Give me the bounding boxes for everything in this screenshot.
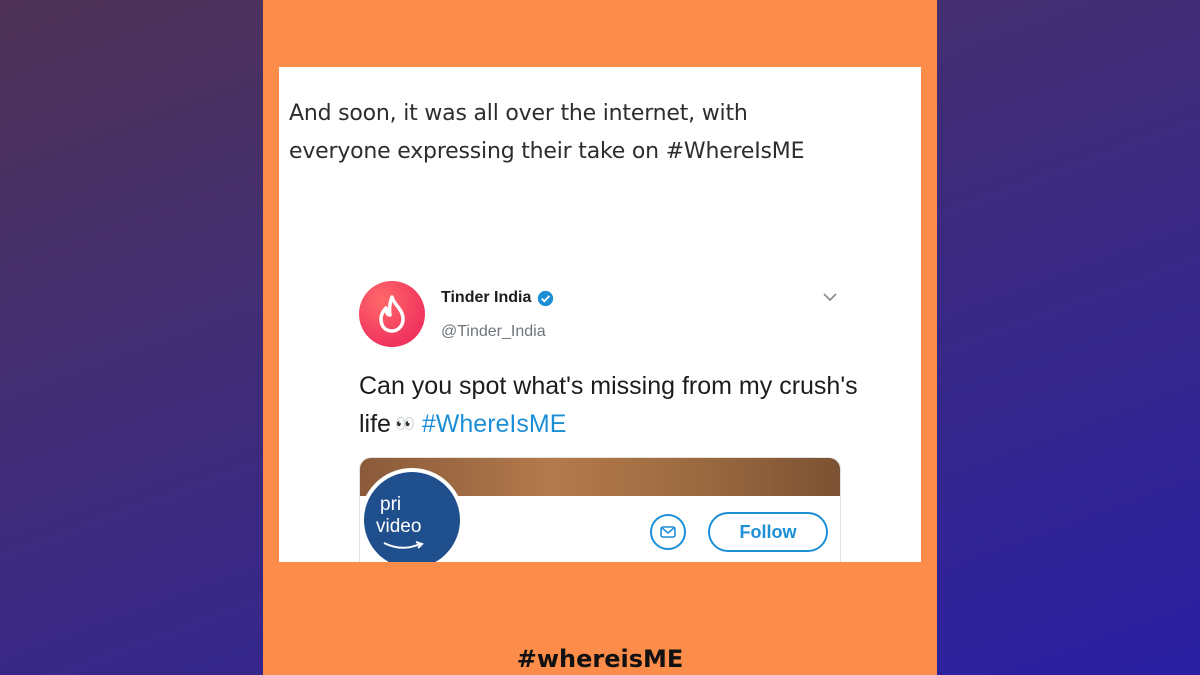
chevron-down-icon[interactable] <box>821 291 839 303</box>
embedded-profile-card[interactable]: pri video Follow <box>359 457 841 562</box>
verified-badge-icon <box>538 290 554 306</box>
account-handle[interactable]: @Tinder_India <box>441 323 546 341</box>
tweet-text: Can you spot what's missing from my crus… <box>359 367 879 444</box>
screenshot-card: And soon, it was all over the internet, … <box>279 67 921 562</box>
footer-hashtag: #whereisME <box>516 645 684 673</box>
eyes-emoji: 👀 <box>394 416 416 434</box>
account-name-row: Tinder India <box>441 289 554 307</box>
tinder-flame-icon <box>379 295 405 333</box>
tinder-avatar[interactable] <box>359 281 425 347</box>
intro-text: And soon, it was all over the internet, … <box>289 101 805 164</box>
account-name[interactable]: Tinder India <box>441 289 531 307</box>
logo-text-line2: video <box>376 516 422 537</box>
prime-video-logo: pri video <box>360 468 464 562</box>
follow-button[interactable]: Follow <box>708 512 828 552</box>
hashtag-link[interactable]: #WhereIsME <box>422 410 566 438</box>
logo-text-line1: pri <box>380 494 402 515</box>
mail-icon <box>660 526 676 538</box>
message-button[interactable] <box>650 514 686 550</box>
amazon-smile-icon <box>383 541 424 549</box>
